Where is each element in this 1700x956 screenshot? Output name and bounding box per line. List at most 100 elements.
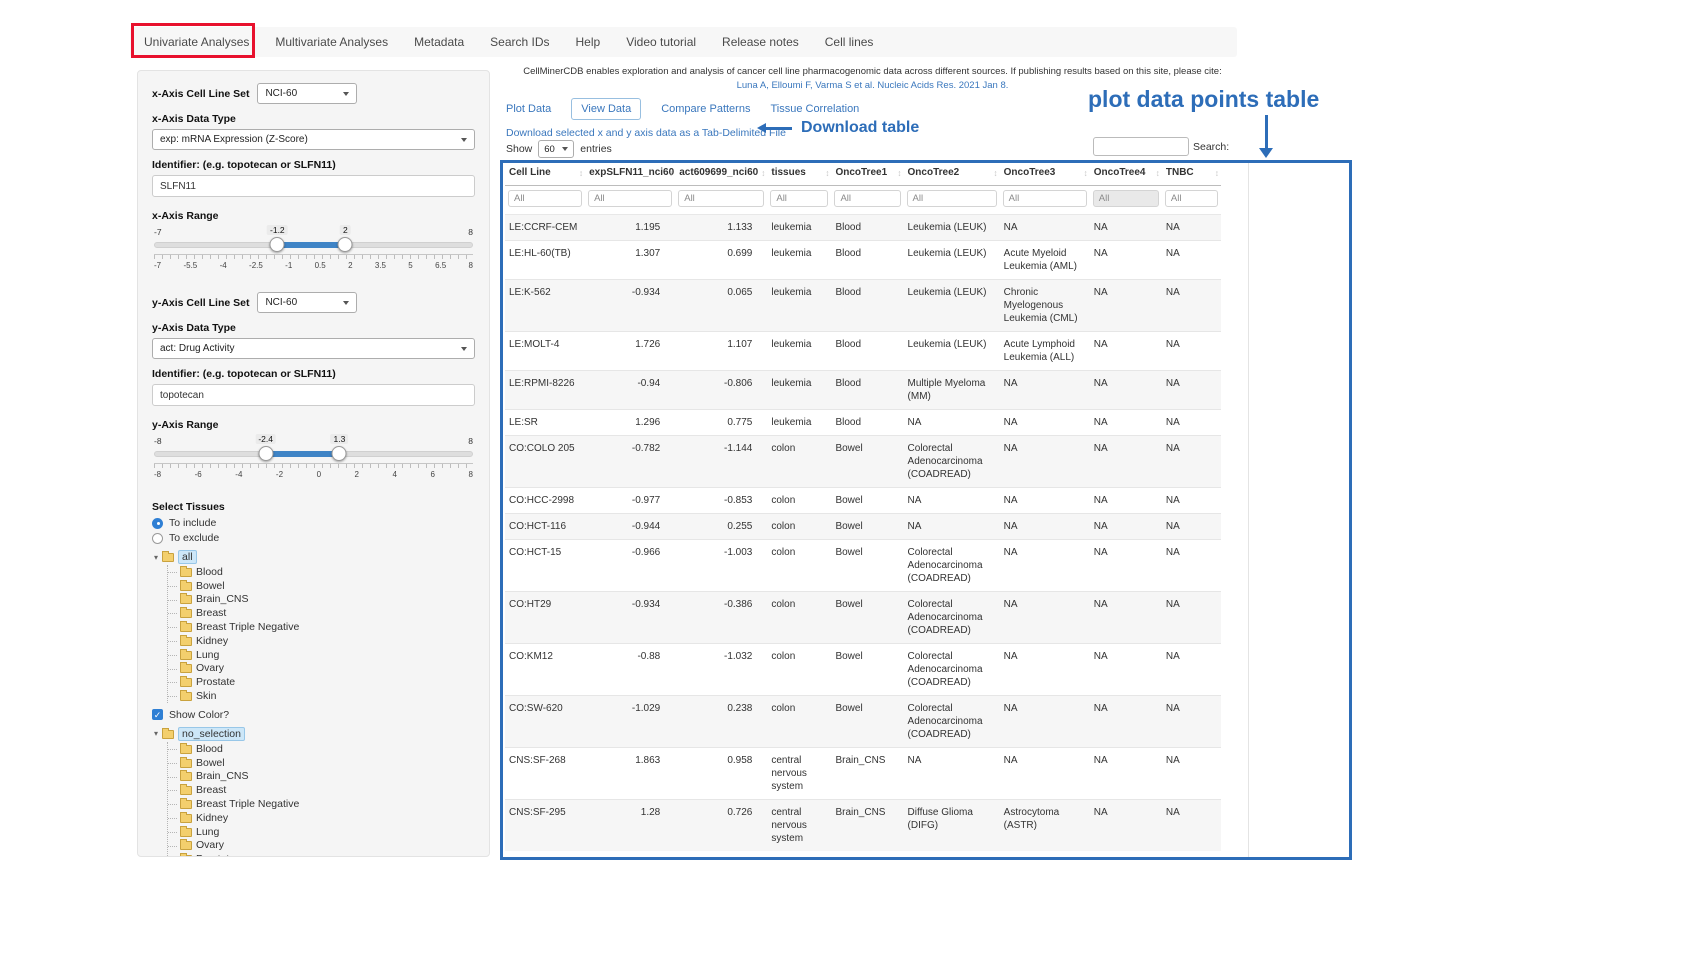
table-row[interactable]: CO:HCT-116 -0.944 0.255 colon Bowel NA N… [505, 514, 1221, 540]
table-row[interactable]: CO:HT29 -0.934 -0.386 colon Bowel Colore… [505, 592, 1221, 644]
table-row[interactable]: CO:SW-620 -1.029 0.238 colon Bowel Color… [505, 696, 1221, 748]
column-header[interactable]: Cell Line ↕ [505, 160, 585, 186]
table-row[interactable]: CO:HCT-15 -0.966 -1.003 colon Bowel Colo… [505, 540, 1221, 592]
slider-handle-low[interactable] [270, 237, 285, 252]
table-row[interactable]: LE:SR 1.296 0.775 leukemia Blood NA NA N… [505, 410, 1221, 436]
nav-tab[interactable]: Metadata [414, 35, 464, 49]
column-header[interactable]: OncoTree3 ↕ [1000, 160, 1090, 186]
tree-node-tissue[interactable]: Blood [168, 742, 475, 756]
sort-icon[interactable]: ↕ [1156, 168, 1160, 178]
sort-icon[interactable]: ↕ [825, 168, 829, 178]
sort-icon[interactable]: ↕ [579, 168, 583, 178]
tree-node-tissue[interactable]: Blood [168, 565, 475, 579]
download-link[interactable]: Download selected x and y axis data as a… [506, 127, 786, 139]
tree-node-tissue[interactable]: Bowel [168, 579, 475, 593]
tree-node-tissue[interactable]: Breast [168, 783, 475, 797]
y-data-type-select[interactable]: act: Drug Activity [152, 338, 475, 359]
column-filter-input[interactable]: All [1165, 190, 1218, 207]
column-header-label: tissues [771, 167, 805, 178]
tree-node-tissue[interactable]: Kidney [168, 634, 475, 648]
column-filter-input[interactable]: All [1003, 190, 1087, 207]
column-header[interactable]: expSLFN11_nci60 ↕ [585, 160, 675, 186]
view-tab[interactable]: Compare Patterns [661, 99, 750, 119]
slider-handle-high[interactable] [332, 446, 347, 461]
x-axis-range-slider[interactable]: -7 8 -1.2 2 -7-5.5-4-2.5-10.523.556.58 [154, 226, 473, 276]
tree-node-tissue[interactable]: Prostate [168, 675, 475, 689]
tree-node-tissue[interactable]: Kidney [168, 811, 475, 825]
tree-node-tissue[interactable]: Lung [168, 648, 475, 662]
tree-node-tissue[interactable]: Brain_CNS [168, 770, 475, 784]
slider-handle-low[interactable] [258, 446, 273, 461]
table-row[interactable]: LE:MOLT-4 1.726 1.107 leukemia Blood Leu… [505, 332, 1221, 371]
x-cell-line-set-select[interactable]: NCI-60 [257, 83, 357, 104]
tree-node-tissue[interactable]: Lung [168, 825, 475, 839]
column-filter-input[interactable]: All [588, 190, 672, 207]
tree-node-all[interactable]: ▾ all [154, 549, 475, 565]
table-row[interactable]: CNS:SF-268 1.863 0.958 central nervous s… [505, 748, 1221, 800]
nav-tab[interactable]: Search IDs [490, 35, 549, 49]
column-filter-input[interactable]: All [1093, 190, 1159, 207]
nav-tab[interactable]: Multivariate Analyses [275, 35, 388, 49]
tree-node-tissue[interactable]: Prostate [168, 852, 475, 857]
sort-icon[interactable]: ↕ [1084, 168, 1088, 178]
tree-node-tissue[interactable]: Breast Triple Negative [168, 620, 475, 634]
search-input[interactable] [1093, 137, 1189, 156]
sort-icon[interactable]: ↕ [897, 168, 901, 178]
tree-node-tissue[interactable]: Ovary [168, 662, 475, 676]
column-filter-input[interactable]: All [834, 190, 900, 207]
column-filter-input[interactable]: All [508, 190, 582, 207]
tissue-exclude-radio[interactable]: To exclude [152, 532, 475, 544]
nav-tab[interactable]: Help [576, 35, 601, 49]
table-row[interactable]: CO:HCC-2998 -0.977 -0.853 colon Bowel NA… [505, 488, 1221, 514]
view-tab[interactable]: Plot Data [506, 99, 551, 119]
nav-tab[interactable]: Cell lines [825, 35, 874, 49]
show-color-checkbox[interactable]: ✓ Show Color? [152, 709, 475, 721]
table-row[interactable]: CO:KM12 -0.88 -1.032 colon Bowel Colorec… [505, 644, 1221, 696]
x-identifier-input[interactable] [152, 175, 475, 197]
sort-icon[interactable]: ↕ [993, 168, 997, 178]
checkbox-checked-icon[interactable]: ✓ [152, 709, 163, 720]
entries-select[interactable]: 60 [538, 140, 574, 158]
sort-icon[interactable]: ↕ [669, 168, 673, 178]
tree-node-tissue[interactable]: Breast Triple Negative [168, 797, 475, 811]
tree-node-no-selection[interactable]: ▾ no_selection [154, 726, 475, 742]
tissue-include-radio[interactable]: To include [152, 517, 475, 529]
column-header[interactable]: OncoTree2 ↕ [904, 160, 1000, 186]
caret-down-icon[interactable]: ▾ [154, 729, 158, 738]
tree-node-tissue[interactable]: Bowel [168, 756, 475, 770]
x-data-type-select[interactable]: exp: mRNA Expression (Z-Score) [152, 129, 475, 150]
table-row[interactable]: CNS:SF-295 1.28 0.726 central nervous sy… [505, 800, 1221, 852]
column-header[interactable]: tissues ↕ [767, 160, 831, 186]
y-identifier-input[interactable] [152, 384, 475, 406]
tree-node-tissue[interactable]: Ovary [168, 839, 475, 853]
tree-node-tissue[interactable]: Breast [168, 606, 475, 620]
column-header[interactable]: OncoTree4 ↕ [1090, 160, 1162, 186]
column-filter-input[interactable]: All [770, 190, 828, 207]
nav-tab[interactable]: Release notes [722, 35, 799, 49]
table-row[interactable]: LE:K-562 -0.934 0.065 leukemia Blood Leu… [505, 280, 1221, 332]
radio-checked-icon[interactable] [152, 518, 163, 529]
table-row[interactable]: LE:HL-60(TB) 1.307 0.699 leukemia Blood … [505, 241, 1221, 280]
folder-icon [180, 828, 192, 837]
view-tab[interactable]: Tissue Correlation [770, 99, 859, 119]
sort-icon[interactable]: ↕ [761, 168, 765, 178]
table-row[interactable]: CO:COLO 205 -0.782 -1.144 colon Bowel Co… [505, 436, 1221, 488]
column-header[interactable]: TNBC ↕ [1162, 160, 1221, 186]
radio-unchecked-icon[interactable] [152, 533, 163, 544]
table-row[interactable]: LE:RPMI-8226 -0.94 -0.806 leukemia Blood… [505, 371, 1221, 410]
caret-down-icon[interactable]: ▾ [154, 553, 158, 562]
view-tab[interactable]: View Data [571, 98, 641, 120]
nav-tab[interactable]: Univariate Analyses [144, 35, 249, 49]
nav-tab[interactable]: Video tutorial [626, 35, 696, 49]
table-row[interactable]: LE:CCRF-CEM 1.195 1.133 leukemia Blood L… [505, 215, 1221, 241]
sort-icon[interactable]: ↕ [1215, 168, 1219, 178]
y-axis-range-slider[interactable]: -8 8 -2.4 1.3 -8-6-4-202468 [154, 435, 473, 485]
y-cell-line-set-select[interactable]: NCI-60 [257, 292, 357, 313]
column-header[interactable]: act609699_nci60 ↕ [675, 160, 767, 186]
tree-node-tissue[interactable]: Skin [168, 689, 475, 703]
slider-handle-high[interactable] [338, 237, 353, 252]
column-header[interactable]: OncoTree1 ↕ [831, 160, 903, 186]
column-filter-input[interactable]: All [678, 190, 764, 207]
column-filter-input[interactable]: All [907, 190, 997, 207]
tree-node-tissue[interactable]: Brain_CNS [168, 593, 475, 607]
